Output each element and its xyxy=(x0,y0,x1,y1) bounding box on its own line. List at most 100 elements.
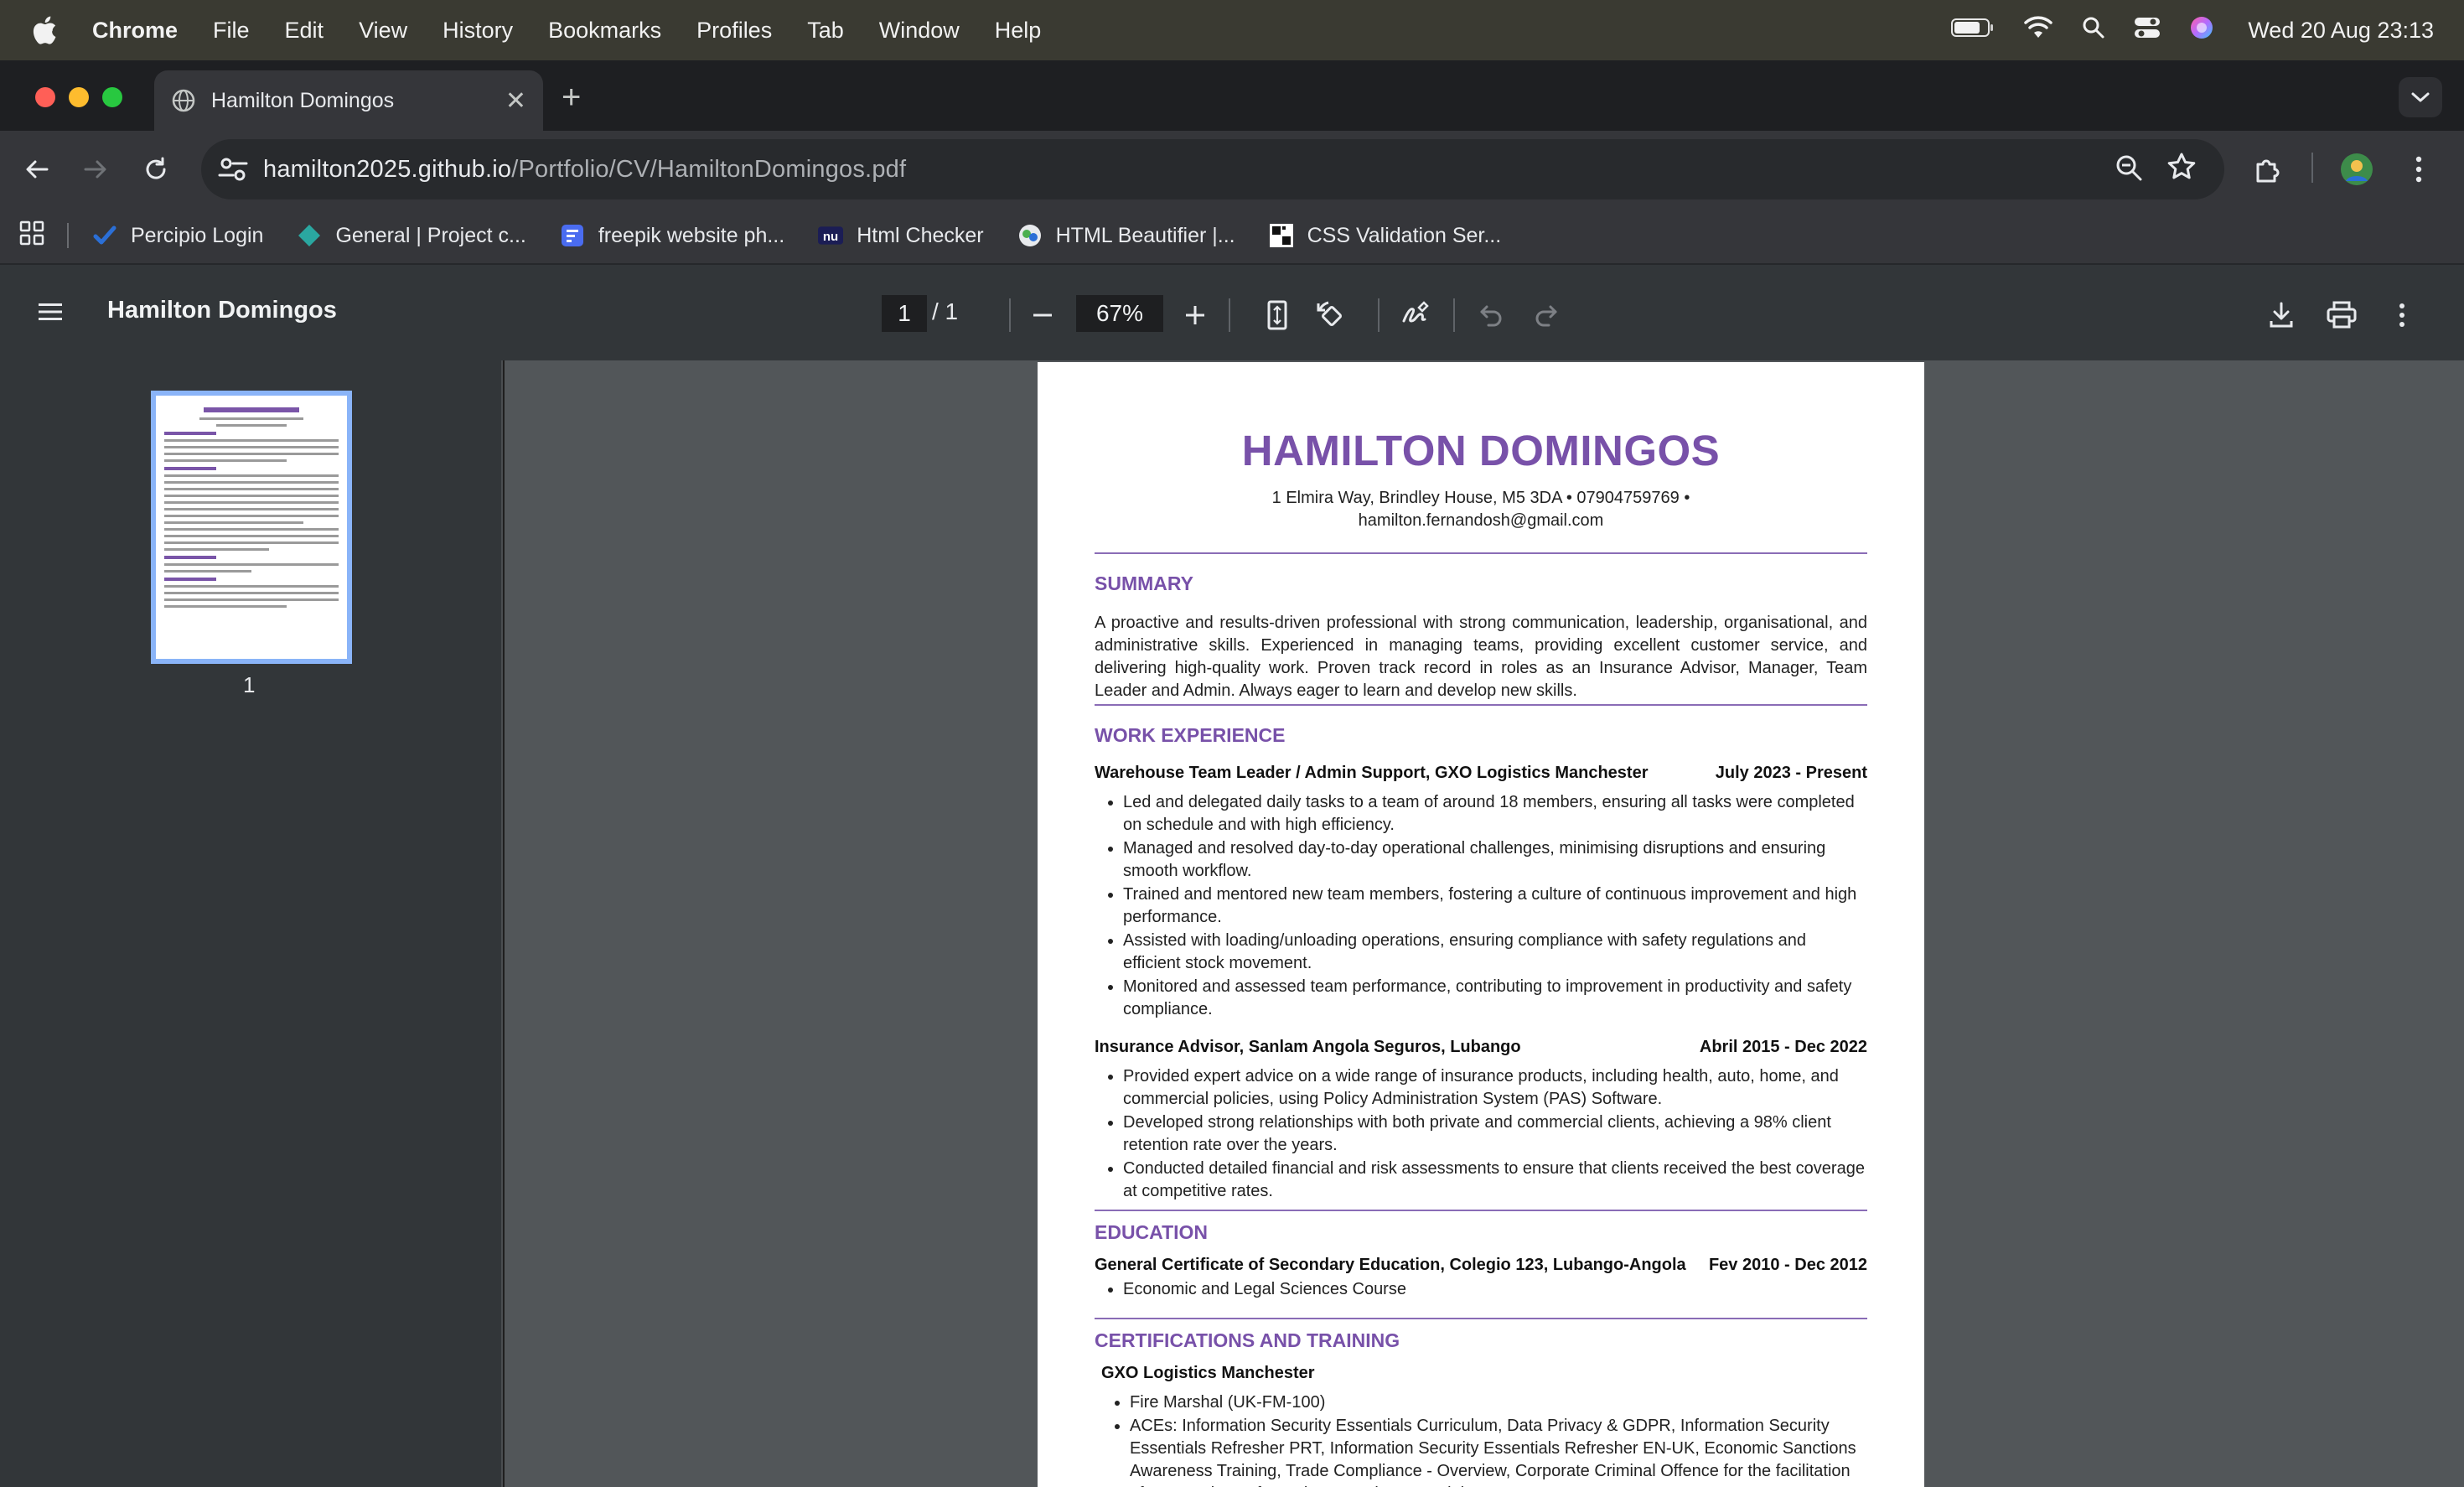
bookmark-general-project[interactable]: General | Project c... xyxy=(297,223,526,248)
education-bullet: Economic and Legal Sciences Course xyxy=(1123,1278,1867,1301)
window-close-button[interactable] xyxy=(35,87,55,107)
menu-app-name[interactable]: Chrome xyxy=(92,18,178,44)
cv-name-heading: HAMILTON DOMINGOS xyxy=(1241,427,1721,474)
chrome-menu-kebab-icon[interactable] xyxy=(2400,151,2437,188)
section-rule xyxy=(1095,1318,1867,1319)
profile-avatar[interactable] xyxy=(2338,151,2375,188)
job-bullet: Assisted with loading/unloading operatio… xyxy=(1123,930,1867,975)
redo-icon[interactable] xyxy=(1527,297,1564,334)
chevron-down-icon xyxy=(2411,92,2430,102)
tab-hamilton-domingos[interactable]: Hamilton Domingos ✕ xyxy=(154,70,543,131)
page-number-input[interactable]: 1 xyxy=(882,295,927,332)
page-thumbnail-1[interactable] xyxy=(151,391,352,664)
menu-view[interactable]: View xyxy=(359,18,407,44)
work-experience-heading: WORK EXPERIENCE xyxy=(1095,724,1286,746)
fit-to-page-icon[interactable] xyxy=(1259,297,1296,334)
apple-logo-icon[interactable] xyxy=(30,13,59,47)
job-bullet: Provided expert advice on a wide range o… xyxy=(1123,1065,1867,1111)
wifi-icon[interactable] xyxy=(2023,15,2053,45)
job-bullets: Provided expert advice on a wide range o… xyxy=(1095,1065,1867,1203)
toolbar-separator xyxy=(1229,298,1230,332)
diamond-icon xyxy=(297,223,322,248)
url-path: /Portfolio/CV/HamiltonDomingos.pdf xyxy=(511,155,907,183)
bookmark-star-icon[interactable] xyxy=(2166,151,2197,187)
pdf-more-kebab-icon[interactable] xyxy=(2384,297,2420,334)
address-bar[interactable]: hamilton2025.github.io/Portfolio/CV/Hami… xyxy=(201,139,2224,199)
job-role: Warehouse Team Leader / Admin Support, G… xyxy=(1095,764,1649,782)
section-rule xyxy=(1095,704,1867,706)
url-host: hamilton2025.github.io xyxy=(263,155,512,183)
pdf-page-1: HAMILTON DOMINGOS 1 Elmira Way, Brindley… xyxy=(1038,362,1924,1487)
zoom-magnifier-icon[interactable] xyxy=(2114,153,2144,187)
pdf-viewport[interactable]: HAMILTON DOMINGOS 1 Elmira Way, Brindley… xyxy=(505,360,2464,1487)
job-role: Insurance Advisor, Sanlam Angola Seguros… xyxy=(1095,1038,1521,1056)
control-center-icon[interactable] xyxy=(2134,16,2161,45)
toolbar-separator xyxy=(1009,298,1011,332)
education-degree: General Certificate of Secondary Educati… xyxy=(1095,1256,1686,1274)
cv-contact-email: hamilton.fernandosh@gmail.com xyxy=(1358,511,1604,530)
bookmark-label: CSS Validation Ser... xyxy=(1307,223,1502,247)
education-dates: Fev 2010 - Dec 2012 xyxy=(1708,1256,1867,1274)
sidebar-menu-hamburger-icon[interactable] xyxy=(37,300,64,328)
pdf-document-title: Hamilton Domingos xyxy=(107,297,337,324)
toolbar-separator xyxy=(1378,298,1380,332)
globe-icon xyxy=(171,88,196,113)
battery-icon[interactable] xyxy=(1951,17,1995,44)
job-bullet: Led and delegated daily tasks to a team … xyxy=(1123,791,1867,837)
zoom-out-minus-icon[interactable] xyxy=(1024,297,1061,334)
macos-menu-bar: Chrome File Edit View History Bookmarks … xyxy=(0,0,2464,60)
zoom-level-input[interactable]: 67% xyxy=(1076,295,1163,332)
menu-clock[interactable]: Wed 20 Aug 23:13 xyxy=(2248,18,2434,44)
section-rule xyxy=(1095,552,1867,554)
menu-help[interactable]: Help xyxy=(995,18,1042,44)
undo-icon[interactable] xyxy=(1473,297,1510,334)
cert-organisation: GXO Logistics Manchester xyxy=(1101,1364,1315,1382)
cv-contact: 1 Elmira Way, Brindley House, M5 3DA • 0… xyxy=(1095,487,1867,532)
status-area: Wed 20 Aug 23:13 xyxy=(1951,15,2434,46)
reload-icon[interactable] xyxy=(137,151,174,188)
rotate-counterclockwise-icon[interactable] xyxy=(1312,297,1349,334)
job-header: Warehouse Team Leader / Admin Support, G… xyxy=(1095,764,1867,783)
siri-icon[interactable] xyxy=(2189,15,2214,46)
tab-search-button[interactable] xyxy=(2399,77,2442,117)
pdf-viewer-toolbar: Hamilton Domingos 1 / 1 67% xyxy=(0,263,2464,360)
summary-text: A proactive and results-driven professio… xyxy=(1095,614,1867,700)
tab-close-icon[interactable]: ✕ xyxy=(505,86,526,116)
bookmark-freepik[interactable]: freepik website ph... xyxy=(560,223,784,248)
back-arrow-icon[interactable] xyxy=(18,151,55,188)
education-header: General Certificate of Secondary Educati… xyxy=(1095,1256,1867,1275)
forward-arrow-icon[interactable] xyxy=(77,151,114,188)
download-icon[interactable] xyxy=(2263,297,2300,334)
apps-grid-icon[interactable] xyxy=(18,220,45,252)
bookmark-html-beautifier[interactable]: HTML Beautifier |... xyxy=(1017,223,1235,248)
job-bullet: Conducted detailed financial and risk as… xyxy=(1123,1158,1867,1203)
site-info-tune-icon[interactable] xyxy=(215,151,251,192)
education-heading: EDUCATION xyxy=(1095,1221,1209,1243)
page-total: / 1 xyxy=(932,298,959,324)
window-zoom-button[interactable] xyxy=(102,87,122,107)
cert-bullet: ACEs: Information Security Essentials Cu… xyxy=(1130,1415,1867,1487)
bookmark-label: freepik website ph... xyxy=(598,223,785,247)
new-tab-plus-icon[interactable]: + xyxy=(562,80,581,114)
menu-bookmarks[interactable]: Bookmarks xyxy=(548,18,661,44)
job-dates: Abril 2015 - Dec 2022 xyxy=(1699,1038,1867,1056)
bookmark-html-checker[interactable]: nu Html Checker xyxy=(818,223,984,248)
menu-tab[interactable]: Tab xyxy=(807,18,844,44)
zoom-in-plus-icon[interactable] xyxy=(1177,297,1214,334)
menu-edit[interactable]: Edit xyxy=(285,18,324,44)
bookmark-percipio[interactable]: Percipio Login xyxy=(92,223,263,248)
print-icon[interactable] xyxy=(2323,297,2360,334)
bookmarks-bar: Percipio Login General | Project c... fr… xyxy=(0,208,2464,263)
menu-file[interactable]: File xyxy=(213,18,250,44)
job-dates: July 2023 - Present xyxy=(1715,764,1867,782)
w3c-icon xyxy=(1269,223,1294,248)
spotlight-search-icon[interactable] xyxy=(2082,16,2105,45)
menu-window[interactable]: Window xyxy=(879,18,960,44)
menu-profiles[interactable]: Profiles xyxy=(696,18,772,44)
window-minimize-button[interactable] xyxy=(69,87,89,107)
bookmark-css-validation[interactable]: CSS Validation Ser... xyxy=(1269,223,1502,248)
annotate-draw-icon[interactable] xyxy=(1396,297,1433,334)
extensions-puzzle-icon[interactable] xyxy=(2249,151,2286,188)
url-text: hamilton2025.github.io/Portfolio/CV/Hami… xyxy=(263,156,906,184)
menu-history[interactable]: History xyxy=(443,18,513,44)
